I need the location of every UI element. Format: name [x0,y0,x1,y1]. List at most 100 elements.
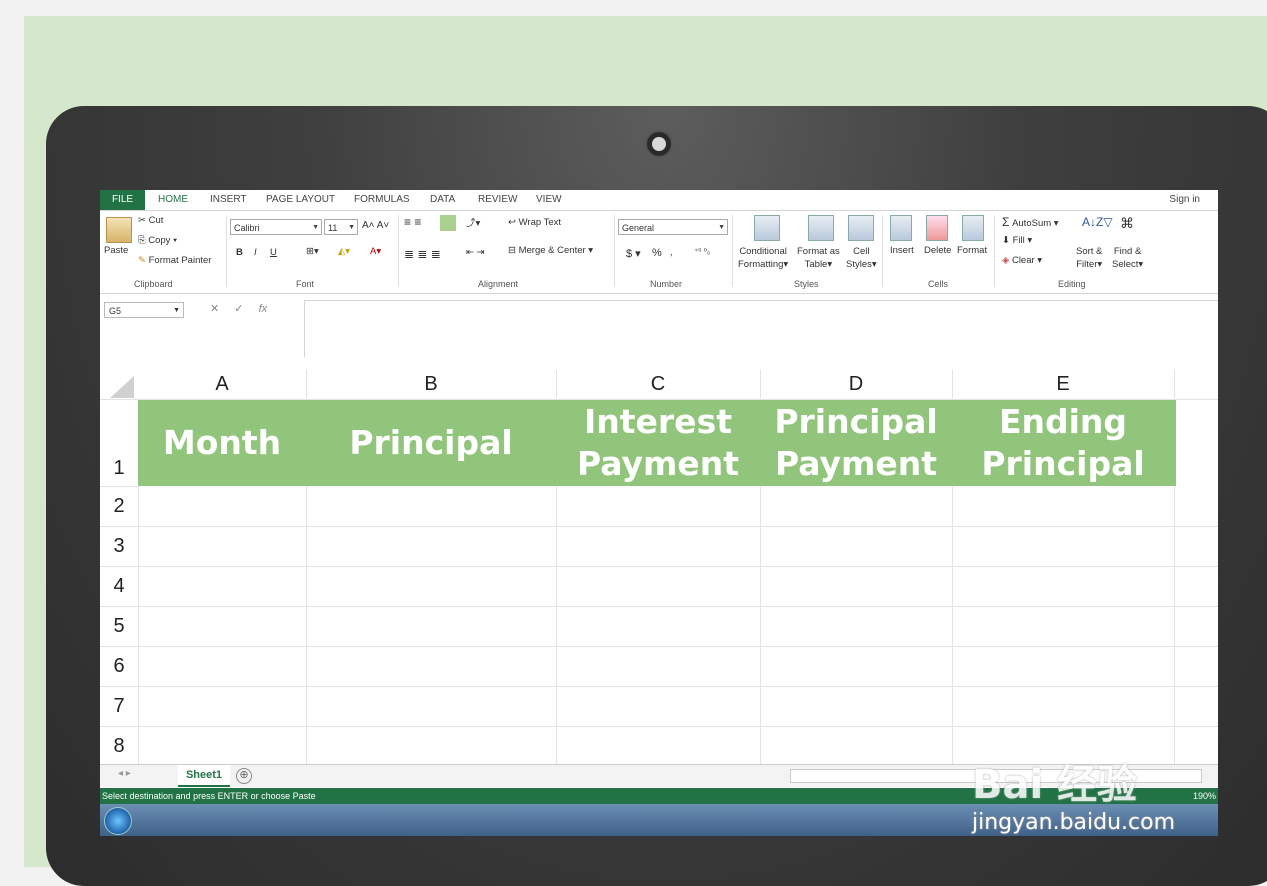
insert-cells-button[interactable]: Insert [890,245,914,256]
cut-button[interactable]: ✂ Cut [138,215,163,226]
align-left-icon[interactable]: ≣ ≣ ≣ [404,247,441,261]
paste-button[interactable]: Paste [104,245,128,256]
copy-icon: ⎘ [138,235,146,246]
autosum-button[interactable]: Σ AutoSum ▾ [1002,215,1059,229]
spreadsheet-grid: A B C D E Month Principal Interest Payme… [100,358,1218,767]
column-header-a[interactable]: A [138,370,307,398]
formula-input[interactable] [304,300,1218,357]
italic-button[interactable]: I [254,247,257,258]
orientation-icon[interactable]: ⤴▾ [466,215,480,229]
delete-cells-icon[interactable] [926,215,948,241]
fill-color-icon[interactable]: ◭▾ [338,246,350,257]
add-sheet-icon[interactable]: ⊕ [236,768,252,784]
sheet-tab-sheet1[interactable]: Sheet1 [178,765,230,787]
format-as-table-icon[interactable] [808,215,834,241]
column-header-d[interactable]: D [760,370,953,398]
clear-button[interactable]: ◈ Clear ▾ [1002,255,1042,266]
sign-in-link[interactable]: Sign in [1169,194,1200,205]
tab-page-layout[interactable]: PAGE LAYOUT [266,194,335,205]
format-painter-button[interactable]: ✎ Format Painter [138,255,211,266]
cell-e1[interactable]: Ending Principal [952,400,1174,486]
wrap-text-button[interactable]: ↩ Wrap Text [508,217,561,228]
number-group-label: Number [650,279,683,289]
format-cells-button[interactable]: Format [957,245,987,256]
indent-icon[interactable]: ⇤ ⇥ [466,247,485,258]
find-select-button[interactable]: Find & Select▾ [1112,245,1143,271]
binoculars-icon[interactable]: ⌘ [1120,215,1134,232]
borders-icon[interactable]: ⊞▾ [306,246,319,257]
conditional-formatting-button[interactable]: Conditional Formatting▾ [738,245,788,271]
conditional-formatting-icon[interactable] [754,215,780,241]
row-header-7[interactable]: 7 [100,686,138,727]
cell-styles-icon[interactable] [848,215,874,241]
zoom-level[interactable]: 190% [1193,788,1216,804]
cancel-icon[interactable]: ✕ [210,303,219,315]
divider [398,215,399,287]
underline-button[interactable]: U [270,247,277,258]
sort-label-2: Filter [1076,259,1098,270]
conditional-label: Conditional [739,246,787,257]
percent-button[interactable]: % [652,247,662,259]
number-format-select[interactable]: General ▼ [618,219,728,235]
bold-button[interactable]: B [236,247,243,258]
font-name-value: Calibri [234,223,260,233]
enter-icon[interactable]: ✓ [234,303,243,315]
row-header-6[interactable]: 6 [100,646,138,687]
column-header-e[interactable]: E [952,370,1175,398]
row-header-3[interactable]: 3 [100,526,138,567]
font-size-select[interactable]: 11 ▼ [324,219,358,235]
row-header-1[interactable]: 1 [100,450,138,487]
row-header-4[interactable]: 4 [100,566,138,607]
decimal-icon[interactable]: ⁺⁰ ⁰₀ [694,247,710,256]
copy-label: Copy [148,235,171,246]
cell-c1[interactable]: Interest Payment [556,400,760,486]
fill-icon: ⬇ [1002,235,1010,246]
tab-insert[interactable]: INSERT [210,194,247,205]
delete-cells-button[interactable]: Delete [924,245,951,256]
merge-center-button[interactable]: ⊟ Merge & Center ▾ [508,245,593,256]
select-all-corner[interactable] [110,376,134,398]
chevron-down-icon: ▼ [312,224,319,231]
tab-formulas[interactable]: FORMULAS [354,194,410,205]
sheet-nav-arrows[interactable]: ◂ ▸ [118,768,131,779]
row-header-2[interactable]: 2 [100,486,138,527]
currency-button[interactable]: $ ▾ [626,247,641,260]
format-cells-icon[interactable] [962,215,984,241]
paste-icon[interactable] [106,217,132,243]
comma-button[interactable]: , [670,247,673,258]
format-painter-label: Format Painter [148,255,212,266]
align-top-icon[interactable]: ≡ ≡ [404,215,421,229]
column-header-b[interactable]: B [306,370,557,398]
cell-d1[interactable]: Principal Payment [760,400,952,486]
cell-styles-button[interactable]: Cell Styles▾ [846,245,877,271]
grow-font-button[interactable]: A˄ A˅ [362,220,389,231]
tab-data[interactable]: DATA [430,194,455,205]
cell-a1[interactable]: Month [138,400,306,486]
copy-button[interactable]: ⎘ Copy ▾ [138,235,177,246]
cell-b1[interactable]: Principal [306,400,556,486]
font-name-select[interactable]: Calibri ▼ [230,219,322,235]
fx-icon[interactable]: fx [259,303,268,315]
tab-review[interactable]: REVIEW [478,194,517,205]
row-header-5[interactable]: 5 [100,606,138,647]
fill-button[interactable]: ⬇ Fill ▾ [1002,235,1032,246]
insert-cells-icon[interactable] [890,215,912,241]
windows-start-icon[interactable] [104,807,132,835]
divider [138,646,1218,647]
name-box[interactable]: G5 ▼ [104,302,184,318]
row-header-8[interactable]: 8 [100,726,138,767]
tab-file[interactable]: FILE [100,190,145,210]
tab-view[interactable]: VIEW [536,194,562,205]
align-bottom-icon[interactable] [440,215,456,231]
tab-home[interactable]: HOME [158,194,188,205]
divider [138,606,1218,607]
conditional-label-2: Formatting [738,259,784,270]
sort-filter-button[interactable]: Sort & Filter▾ [1076,245,1102,271]
brush-icon: ✎ [138,255,146,266]
wrap-text-icon: ↩ [508,217,516,228]
font-color-icon[interactable]: A▾ [370,246,381,257]
sort-filter-icon[interactable]: A↓Z▽ [1082,215,1113,229]
column-header-c[interactable]: C [556,370,761,398]
format-as-table-button[interactable]: Format as Table▾ [797,245,840,271]
status-text: Select destination and press ENTER or ch… [102,791,316,801]
